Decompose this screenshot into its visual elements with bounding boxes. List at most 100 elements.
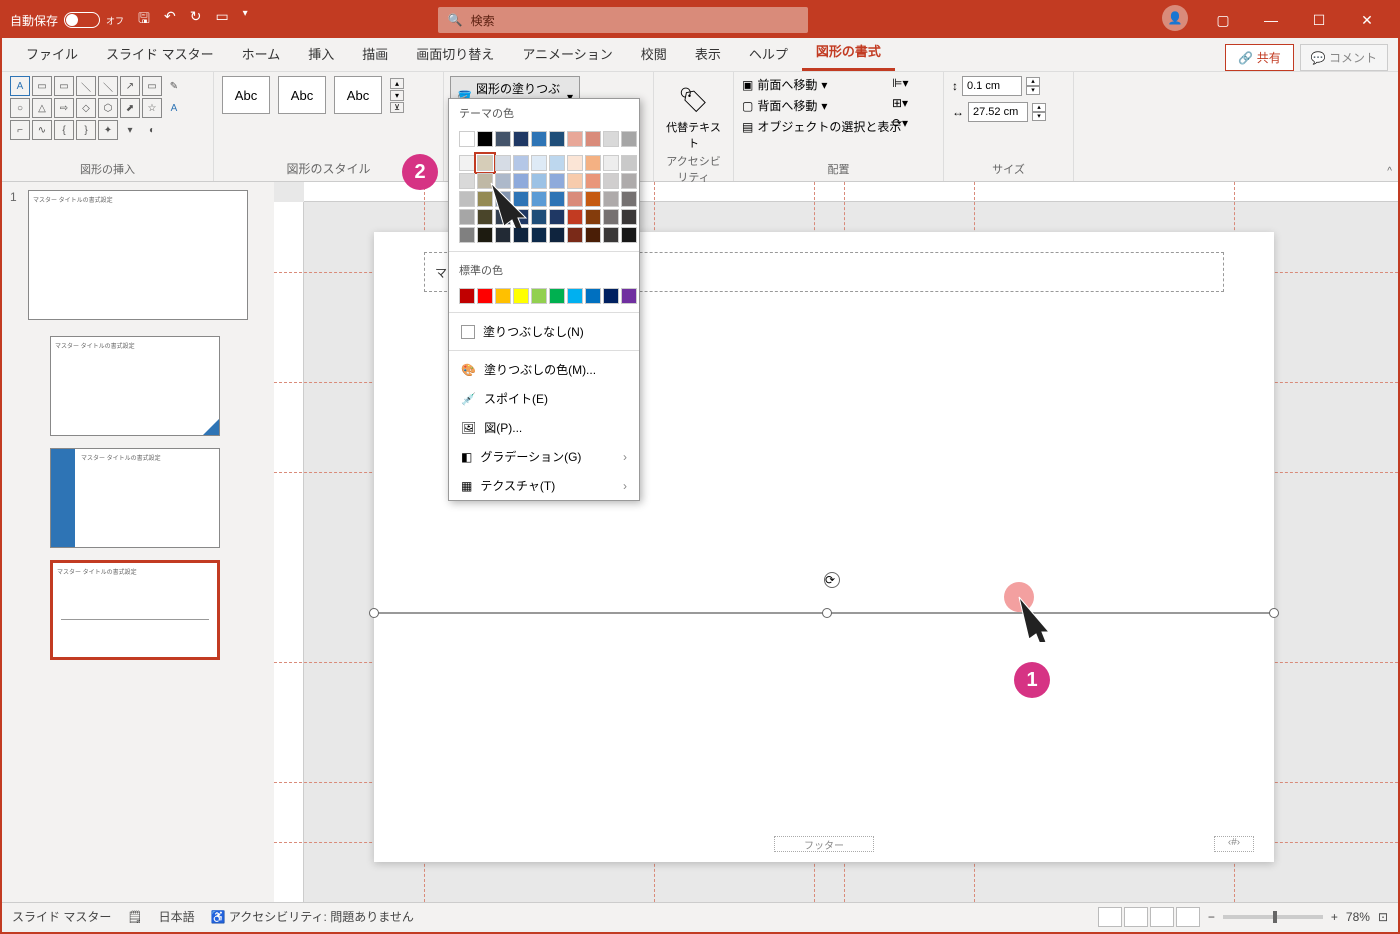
color-tint[interactable] [603,155,619,171]
save-icon[interactable]: 🖫 [138,8,150,32]
rotate-icon[interactable]: ⟳▾ [892,116,908,130]
height-input[interactable] [962,76,1022,96]
reading-view-icon[interactable] [1150,907,1174,927]
no-fill-item[interactable]: 塗りつぶしなし(N) [449,317,639,346]
color-tint[interactable] [549,155,565,171]
shape-style-preset[interactable]: Abc [334,76,382,114]
color-tint[interactable] [603,191,619,207]
color-tint[interactable] [531,227,547,243]
zoom-level[interactable]: 78% [1346,910,1370,924]
hexagon-icon[interactable]: ⬡ [98,98,118,118]
gradient-item[interactable]: ◧グラデーション(G)› [449,442,639,471]
page-number-placeholder[interactable]: ‹#› [1214,836,1254,852]
color-tint[interactable] [567,227,583,243]
shape-style-preset[interactable]: Abc [278,76,326,114]
color-tint[interactable] [585,155,601,171]
slideshow-icon[interactable]: ▭ [215,8,228,32]
zoom-slider[interactable] [1223,915,1323,919]
color-tint[interactable] [621,173,637,189]
footer-placeholder[interactable]: フッター [774,836,874,852]
brace-icon[interactable]: } [76,120,96,140]
color-tint[interactable] [549,173,565,189]
account-avatar-icon[interactable]: 👤 [1162,5,1188,31]
star-icon[interactable]: ☆ [142,98,162,118]
curve-icon[interactable]: ∿ [32,120,52,140]
color-tint[interactable] [513,155,529,171]
spinner-up-icon[interactable]: ▴ [1032,103,1046,112]
tab-view[interactable]: 表示 [681,36,735,71]
gallery-up-icon[interactable]: ▴ [390,78,404,89]
textbox-icon[interactable]: A [10,76,30,96]
share-button[interactable]: 🔗 共有 [1225,44,1293,71]
spinner-up-icon[interactable]: ▴ [1026,77,1040,86]
color-lightgray[interactable] [603,131,619,147]
color-white[interactable] [459,131,475,147]
color-tint[interactable] [495,227,511,243]
connector-icon[interactable]: ⌐ [10,120,30,140]
color-gray[interactable] [495,131,511,147]
shape-icon[interactable]: ▭ [54,76,74,96]
color-tint[interactable] [621,209,637,225]
star-icon[interactable]: ✦ [98,120,118,140]
gallery-more-icon[interactable]: ⊻ [390,102,404,113]
tab-home[interactable]: ホーム [228,36,295,71]
color-tint[interactable] [603,173,619,189]
spinner-down-icon[interactable]: ▾ [1032,112,1046,121]
color-tint[interactable] [549,209,565,225]
texture-item[interactable]: ▦テクスチャ(T)› [449,471,639,500]
accessibility-status[interactable]: ♿ アクセシビリティ: 問題ありません [211,908,414,925]
color-purple[interactable] [621,288,637,304]
zoom-in-icon[interactable]: + [1331,910,1338,924]
autosave-toggle[interactable]: 自動保存 オフ [10,12,124,29]
color-tint[interactable] [603,209,619,225]
picture-fill-item[interactable]: 🖼図(P)... [449,413,639,442]
tab-slide-master[interactable]: スライド マスター [92,36,228,71]
more-shapes-icon[interactable]: ▾ [120,120,140,140]
color-tint[interactable] [567,173,583,189]
color-tint[interactable] [585,227,601,243]
line-icon[interactable]: ＼ [76,76,96,96]
redo-icon[interactable]: ↻ [190,8,202,32]
shape-styles-gallery[interactable]: Abc Abc Abc ▴ ▾ ⊻ [222,76,435,114]
color-tint[interactable] [585,191,601,207]
notes-icon[interactable]: 🗒 [127,910,142,924]
edit-shape-icon[interactable]: ✎ [164,76,184,96]
maximize-icon[interactable]: ☐ [1296,5,1342,35]
layout-thumbnail[interactable]: マスター タイトルの書式設定 [50,448,220,548]
color-darkblue3[interactable] [603,288,619,304]
rotate-handle-icon[interactable]: ⟳ [824,572,840,588]
color-tint[interactable] [549,191,565,207]
color-tint-selected[interactable] [477,155,493,171]
color-tint[interactable] [567,191,583,207]
language-label[interactable]: 日本語 [159,908,195,925]
color-blue[interactable] [531,131,547,147]
color-tint[interactable] [495,155,511,171]
color-tint[interactable] [585,173,601,189]
alt-text-button[interactable]: 🏷 代替テキスト [662,76,725,151]
tab-draw[interactable]: 描画 [348,36,402,71]
eyedropper-item[interactable]: 💉スポイト(E) [449,384,639,413]
fit-to-window-icon[interactable]: ⊡ [1378,910,1388,924]
group-icon[interactable]: ⊞▾ [892,96,908,110]
width-input[interactable] [968,102,1028,122]
tab-transitions[interactable]: 画面切り替え [402,36,508,71]
color-darkred[interactable] [459,288,475,304]
shape-icon[interactable]: ▭ [32,76,52,96]
more-colors-item[interactable]: 🎨塗りつぶしの色(M)... [449,355,639,384]
color-salmon[interactable] [567,131,583,147]
undo-icon[interactable]: ↶ [164,8,176,32]
shapes-gallery[interactable]: A ▭ ▭ ＼ ＼ ↗ ▭ ✎ ○ △ ⇨ ◇ ⬡ ⬈ ☆ A ⌐ ∿ { } … [10,76,205,140]
color-tint[interactable] [513,227,529,243]
color-lightgreen[interactable] [531,288,547,304]
line-icon[interactable]: ↗ [120,76,140,96]
comment-button[interactable]: 💬 コメント [1300,44,1388,71]
zoom-out-icon[interactable]: − [1208,910,1215,924]
color-tint[interactable] [477,227,493,243]
selected-line-shape[interactable] [374,612,1274,614]
shape-style-preset[interactable]: Abc [222,76,270,114]
color-tint[interactable] [567,155,583,171]
color-red[interactable] [477,288,493,304]
align-icon[interactable]: ⊫▾ [892,76,908,90]
resize-handle-right[interactable] [1269,608,1279,618]
minimize-icon[interactable]: — [1248,5,1294,35]
